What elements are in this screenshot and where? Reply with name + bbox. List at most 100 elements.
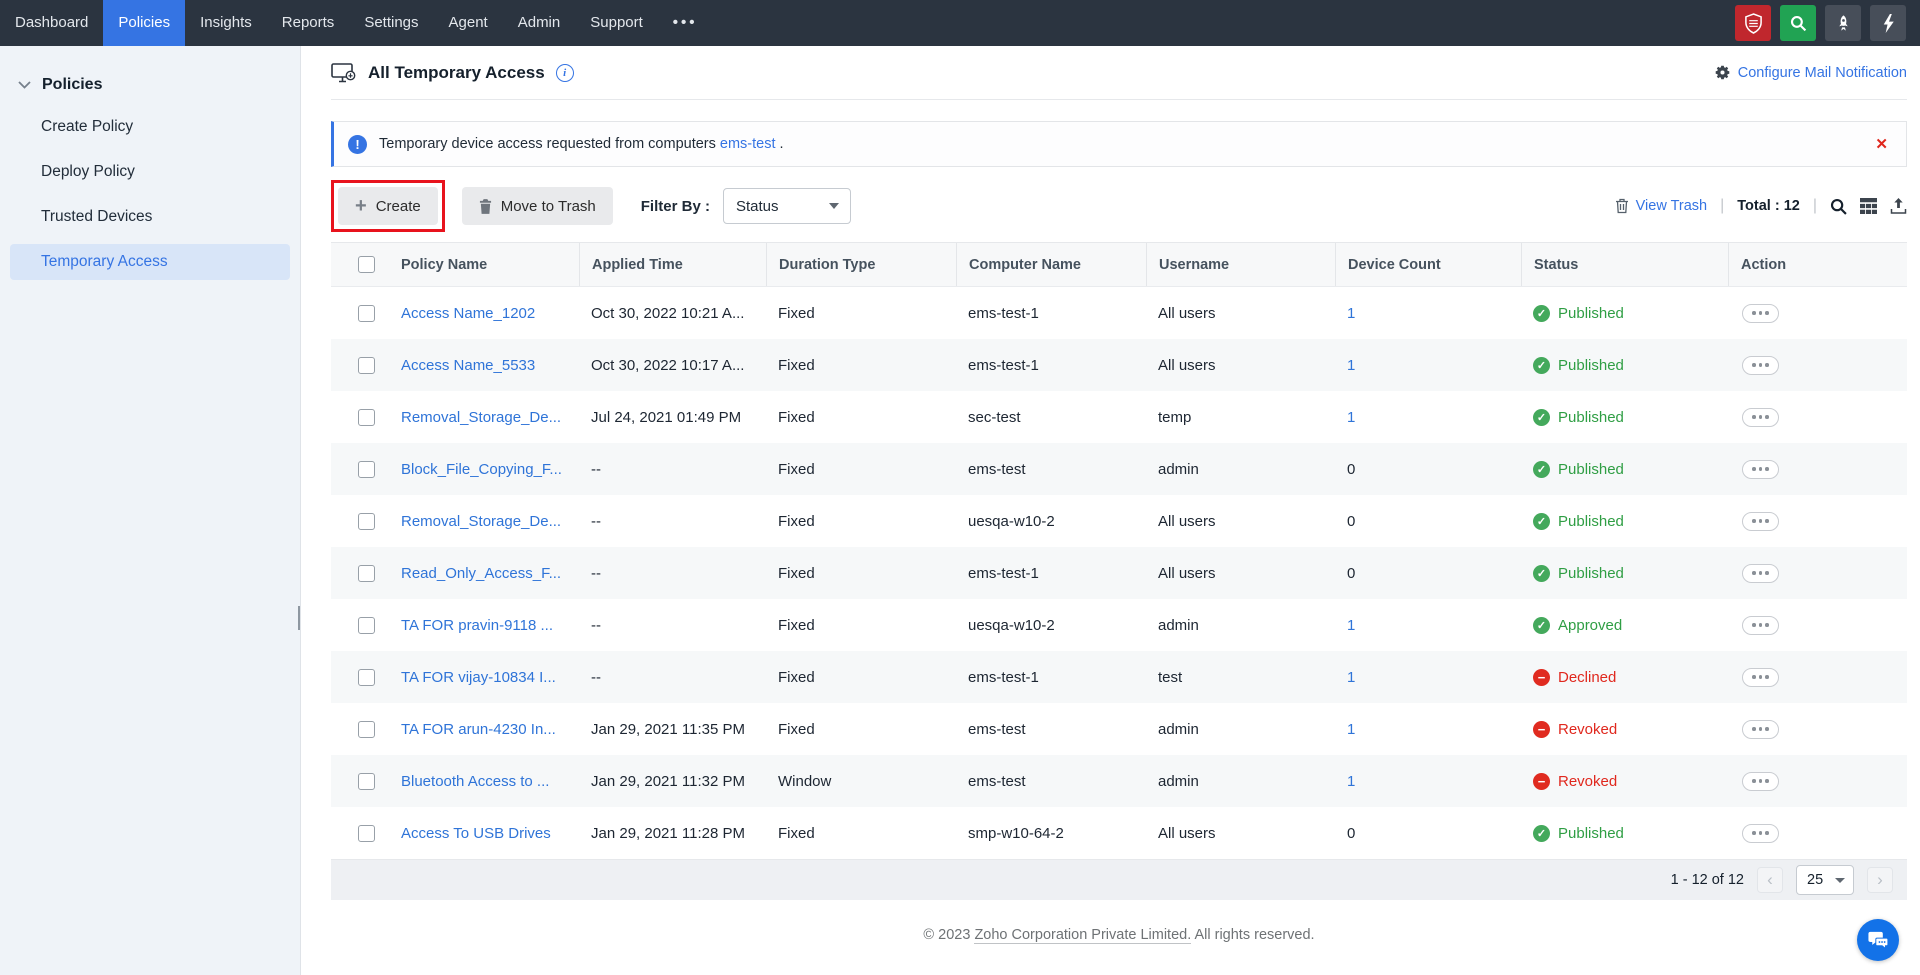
device-count-link[interactable]: 1 <box>1347 357 1355 374</box>
row-actions-button[interactable] <box>1742 668 1779 687</box>
row-checkbox[interactable] <box>358 305 375 322</box>
row-checkbox[interactable] <box>358 669 375 686</box>
username: admin <box>1158 773 1347 790</box>
applied-time: -- <box>591 669 778 686</box>
device-count-link[interactable]: 1 <box>1347 409 1355 426</box>
column-chooser-icon[interactable] <box>1860 198 1877 214</box>
policy-name-link[interactable]: TA FOR vijay-10834 I... <box>401 669 556 686</box>
policy-name-link[interactable]: Access Name_5533 <box>401 357 535 374</box>
sidebar-item-temporary-access[interactable]: Temporary Access <box>10 244 290 280</box>
device-count-link[interactable]: 1 <box>1347 669 1355 686</box>
row-actions-button[interactable] <box>1742 304 1779 323</box>
row-checkbox[interactable] <box>358 513 375 530</box>
nav-item-dashboard[interactable]: Dashboard <box>0 0 103 46</box>
policy-name-link[interactable]: Access Name_1202 <box>401 305 535 322</box>
nav-item-agent[interactable]: Agent <box>434 0 503 46</box>
row-actions-button[interactable] <box>1742 512 1779 531</box>
nav-item-support[interactable]: Support <box>575 0 658 46</box>
company-link[interactable]: Zoho Corporation Private Limited. <box>974 927 1191 944</box>
bolt-icon[interactable] <box>1870 5 1906 41</box>
device-count-link[interactable]: 1 <box>1347 305 1355 322</box>
nav-item-policies[interactable]: Policies <box>103 0 185 46</box>
policy-name-link[interactable]: Read_Only_Access_F... <box>401 565 561 582</box>
banner-close-icon[interactable]: ✕ <box>1875 135 1906 153</box>
row-checkbox[interactable] <box>358 357 375 374</box>
applied-time: -- <box>591 461 778 478</box>
nav-more-button[interactable]: ••• <box>658 0 713 46</box>
device-count-link[interactable]: 0 <box>1347 825 1355 842</box>
policy-name-link[interactable]: Bluetooth Access to ... <box>401 773 549 790</box>
main-content: All Temporary Access i Configure Mail No… <box>300 46 1920 975</box>
status-text: Revoked <box>1558 773 1617 790</box>
shield-icon[interactable] <box>1735 5 1771 41</box>
device-count-link[interactable]: 0 <box>1347 513 1355 530</box>
banner-message: Temporary device access requested from c… <box>379 136 716 152</box>
select-all-checkbox[interactable] <box>358 256 375 273</box>
device-count-link[interactable]: 1 <box>1347 721 1355 738</box>
row-checkbox[interactable] <box>358 721 375 738</box>
row-actions-button[interactable] <box>1742 616 1779 635</box>
col-policy-name[interactable]: Policy Name <box>401 243 591 286</box>
col-computer-name[interactable]: Computer Name <box>956 243 1158 286</box>
row-checkbox[interactable] <box>358 617 375 634</box>
banner-computer-link[interactable]: ems-test <box>720 136 776 152</box>
nav-item-settings[interactable]: Settings <box>349 0 433 46</box>
prev-page-button[interactable]: ‹ <box>1757 867 1783 893</box>
row-checkbox[interactable] <box>358 773 375 790</box>
configure-mail-notification-link[interactable]: Configure Mail Notification <box>1714 64 1907 81</box>
sidebar-item-trusted-devices[interactable]: Trusted Devices <box>10 199 290 235</box>
sidebar-section-label: Policies <box>42 76 102 94</box>
policy-name-link[interactable]: TA FOR pravin-9118 ... <box>401 617 553 634</box>
col-applied-time[interactable]: Applied Time <box>579 243 778 286</box>
device-count-link[interactable]: 0 <box>1347 461 1355 478</box>
nav-item-admin[interactable]: Admin <box>503 0 576 46</box>
table-search-icon[interactable] <box>1830 198 1847 215</box>
filter-status-value: Status <box>736 198 779 215</box>
sidebar-section-policies[interactable]: Policies <box>0 46 300 100</box>
row-actions-button[interactable] <box>1742 460 1779 479</box>
page-size-select[interactable]: 25 <box>1796 865 1854 895</box>
move-to-trash-label: Move to Trash <box>501 198 596 215</box>
table-row: Block_File_Copying_F... -- Fixed ems-tes… <box>331 443 1907 495</box>
alert-icon: ! <box>348 135 367 154</box>
sidebar-item-create-policy[interactable]: Create Policy <box>10 109 290 145</box>
info-icon[interactable]: i <box>556 64 574 82</box>
move-to-trash-button[interactable]: Move to Trash <box>462 187 613 225</box>
separator: | <box>1813 197 1817 215</box>
duration-type: Fixed <box>778 617 968 634</box>
row-actions-button[interactable] <box>1742 408 1779 427</box>
sidebar-item-deploy-policy[interactable]: Deploy Policy <box>10 154 290 190</box>
nav-item-insights[interactable]: Insights <box>185 0 267 46</box>
row-checkbox[interactable] <box>358 565 375 582</box>
device-count-link[interactable]: 1 <box>1347 617 1355 634</box>
device-count-link[interactable]: 1 <box>1347 773 1355 790</box>
col-duration-type[interactable]: Duration Type <box>766 243 968 286</box>
row-checkbox[interactable] <box>358 461 375 478</box>
trash-icon <box>479 199 492 214</box>
next-page-button[interactable]: › <box>1867 867 1893 893</box>
view-trash-link[interactable]: View Trash <box>1615 198 1707 214</box>
row-actions-button[interactable] <box>1742 356 1779 375</box>
export-icon[interactable] <box>1890 198 1907 214</box>
search-icon[interactable] <box>1780 5 1816 41</box>
policy-name-link[interactable]: Removal_Storage_De... <box>401 513 561 530</box>
nav-item-reports[interactable]: Reports <box>267 0 350 46</box>
row-actions-button[interactable] <box>1742 720 1779 739</box>
chat-support-button[interactable] <box>1857 919 1899 961</box>
policy-name-link[interactable]: TA FOR arun-4230 In... <box>401 721 556 738</box>
row-actions-button[interactable] <box>1742 772 1779 791</box>
device-count-link[interactable]: 0 <box>1347 565 1355 582</box>
policy-name-link[interactable]: Block_File_Copying_F... <box>401 461 562 478</box>
row-checkbox[interactable] <box>358 825 375 842</box>
col-device-count[interactable]: Device Count <box>1335 243 1533 286</box>
policy-name-link[interactable]: Removal_Storage_De... <box>401 409 561 426</box>
create-button[interactable]: + Create <box>338 187 438 225</box>
row-checkbox[interactable] <box>358 409 375 426</box>
row-actions-button[interactable] <box>1742 564 1779 583</box>
col-status[interactable]: Status <box>1521 243 1740 286</box>
policy-name-link[interactable]: Access To USB Drives <box>401 825 551 842</box>
row-actions-button[interactable] <box>1742 824 1779 843</box>
col-username[interactable]: Username <box>1146 243 1347 286</box>
filter-status-dropdown[interactable]: Status <box>723 188 851 224</box>
rocket-icon[interactable] <box>1825 5 1861 41</box>
